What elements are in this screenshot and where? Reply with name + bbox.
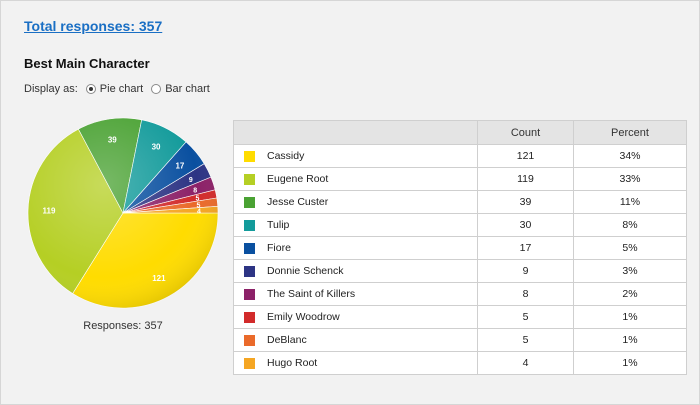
pie-chart-option-label[interactable]: Pie chart xyxy=(100,83,143,95)
responses-caption: Responses: 357 xyxy=(83,320,163,332)
answer-cell: Tulip xyxy=(233,213,478,237)
pie-slice-label: 4 xyxy=(197,208,201,215)
percent-cell: 8% xyxy=(573,213,687,237)
percent-cell: 5% xyxy=(573,236,687,260)
table-row: Tulip 30 8% xyxy=(233,213,687,237)
answer-name: Jesse Custer xyxy=(267,196,329,209)
total-responses-link[interactable]: Total responses: 357 xyxy=(24,18,162,34)
table-header-row: Count Percent xyxy=(233,120,687,145)
header-answer xyxy=(233,120,478,145)
percent-cell: 34% xyxy=(573,144,687,168)
results-table-wrap: Count Percent Cassidy 121 34% Eugene Root 11… xyxy=(233,120,687,375)
pie-chart: 12111939301798554 xyxy=(27,117,219,309)
percent-cell: 11% xyxy=(573,190,687,214)
answer-cell: Donnie Schenck xyxy=(233,259,478,283)
percent-cell: 1% xyxy=(573,305,687,329)
percent-cell: 3% xyxy=(573,259,687,283)
results-table: Count Percent Cassidy 121 34% Eugene Root 11… xyxy=(233,120,687,375)
legend-swatch xyxy=(244,357,255,369)
count-cell: 30 xyxy=(477,213,574,237)
question-title: Best Main Character xyxy=(24,56,150,71)
percent-cell: 1% xyxy=(573,351,687,375)
pie-slice-label: 30 xyxy=(152,143,161,152)
answer-name: The Saint of Killers xyxy=(267,288,356,301)
count-cell: 9 xyxy=(477,259,574,283)
answer-name: DeBlanc xyxy=(267,334,307,347)
table-row: Hugo Root 4 1% xyxy=(233,351,687,375)
header-percent: Percent xyxy=(573,120,687,145)
bar-chart-radio[interactable] xyxy=(151,84,162,94)
percent-cell: 2% xyxy=(573,282,687,306)
answer-name: Cassidy xyxy=(267,150,305,163)
legend-swatch xyxy=(244,265,255,277)
answer-cell: Fiore xyxy=(233,236,478,260)
pie-slice-label: 39 xyxy=(108,136,117,145)
legend-swatch xyxy=(244,219,255,231)
table-row: Emily Woodrow 5 1% xyxy=(233,305,687,329)
answer-cell: Cassidy xyxy=(233,144,478,168)
count-cell: 17 xyxy=(477,236,574,260)
header-count: Count xyxy=(477,120,574,145)
answer-name: Hugo Root xyxy=(267,357,318,370)
legend-swatch xyxy=(244,150,255,162)
answer-cell: The Saint of Killers xyxy=(233,282,478,306)
answer-name: Tulip xyxy=(267,219,290,232)
answer-cell: Hugo Root xyxy=(233,351,478,375)
count-cell: 4 xyxy=(477,351,574,375)
table-row: Cassidy 121 34% xyxy=(233,144,687,168)
bar-chart-option-label[interactable]: Bar chart xyxy=(165,83,210,95)
legend-swatch xyxy=(244,242,255,254)
table-row: Eugene Root 119 33% xyxy=(233,167,687,191)
count-cell: 121 xyxy=(477,144,574,168)
percent-cell: 33% xyxy=(573,167,687,191)
pie-slice-label: 8 xyxy=(193,187,197,194)
table-row: Jesse Custer 39 11% xyxy=(233,190,687,214)
answer-name: Fiore xyxy=(267,242,291,255)
pie-chart-radio[interactable] xyxy=(85,84,96,94)
pie-slice-label: 9 xyxy=(189,177,193,184)
count-cell: 8 xyxy=(477,282,574,306)
pie-slice-label: 121 xyxy=(152,274,166,283)
count-cell: 119 xyxy=(477,167,574,191)
table-row: Fiore 17 5% xyxy=(233,236,687,260)
table-row: DeBlanc 5 1% xyxy=(233,328,687,352)
pie-slice-label: 119 xyxy=(42,206,55,215)
pie-slice-label: 17 xyxy=(175,162,184,171)
percent-cell: 1% xyxy=(573,328,687,352)
display-as-label: Display as: xyxy=(24,83,78,95)
count-cell: 39 xyxy=(477,190,574,214)
legend-swatch xyxy=(244,288,255,300)
answer-name: Eugene Root xyxy=(267,173,329,186)
answer-cell: Jesse Custer xyxy=(233,190,478,214)
table-row: The Saint of Killers 8 2% xyxy=(233,282,687,306)
answer-cell: Eugene Root xyxy=(233,167,478,191)
answer-name: Donnie Schenck xyxy=(267,265,344,278)
answer-cell: DeBlanc xyxy=(233,328,478,352)
legend-swatch xyxy=(244,334,255,346)
legend-swatch xyxy=(244,196,255,208)
answer-cell: Emily Woodrow xyxy=(233,305,478,329)
count-cell: 5 xyxy=(477,305,574,329)
count-cell: 5 xyxy=(477,328,574,352)
table-row: Donnie Schenck 9 3% xyxy=(233,259,687,283)
answer-name: Emily Woodrow xyxy=(267,311,340,324)
display-mode-selector: Display as: Pie chart Bar chart xyxy=(24,83,210,95)
legend-swatch xyxy=(244,173,255,185)
legend-swatch xyxy=(244,311,255,323)
